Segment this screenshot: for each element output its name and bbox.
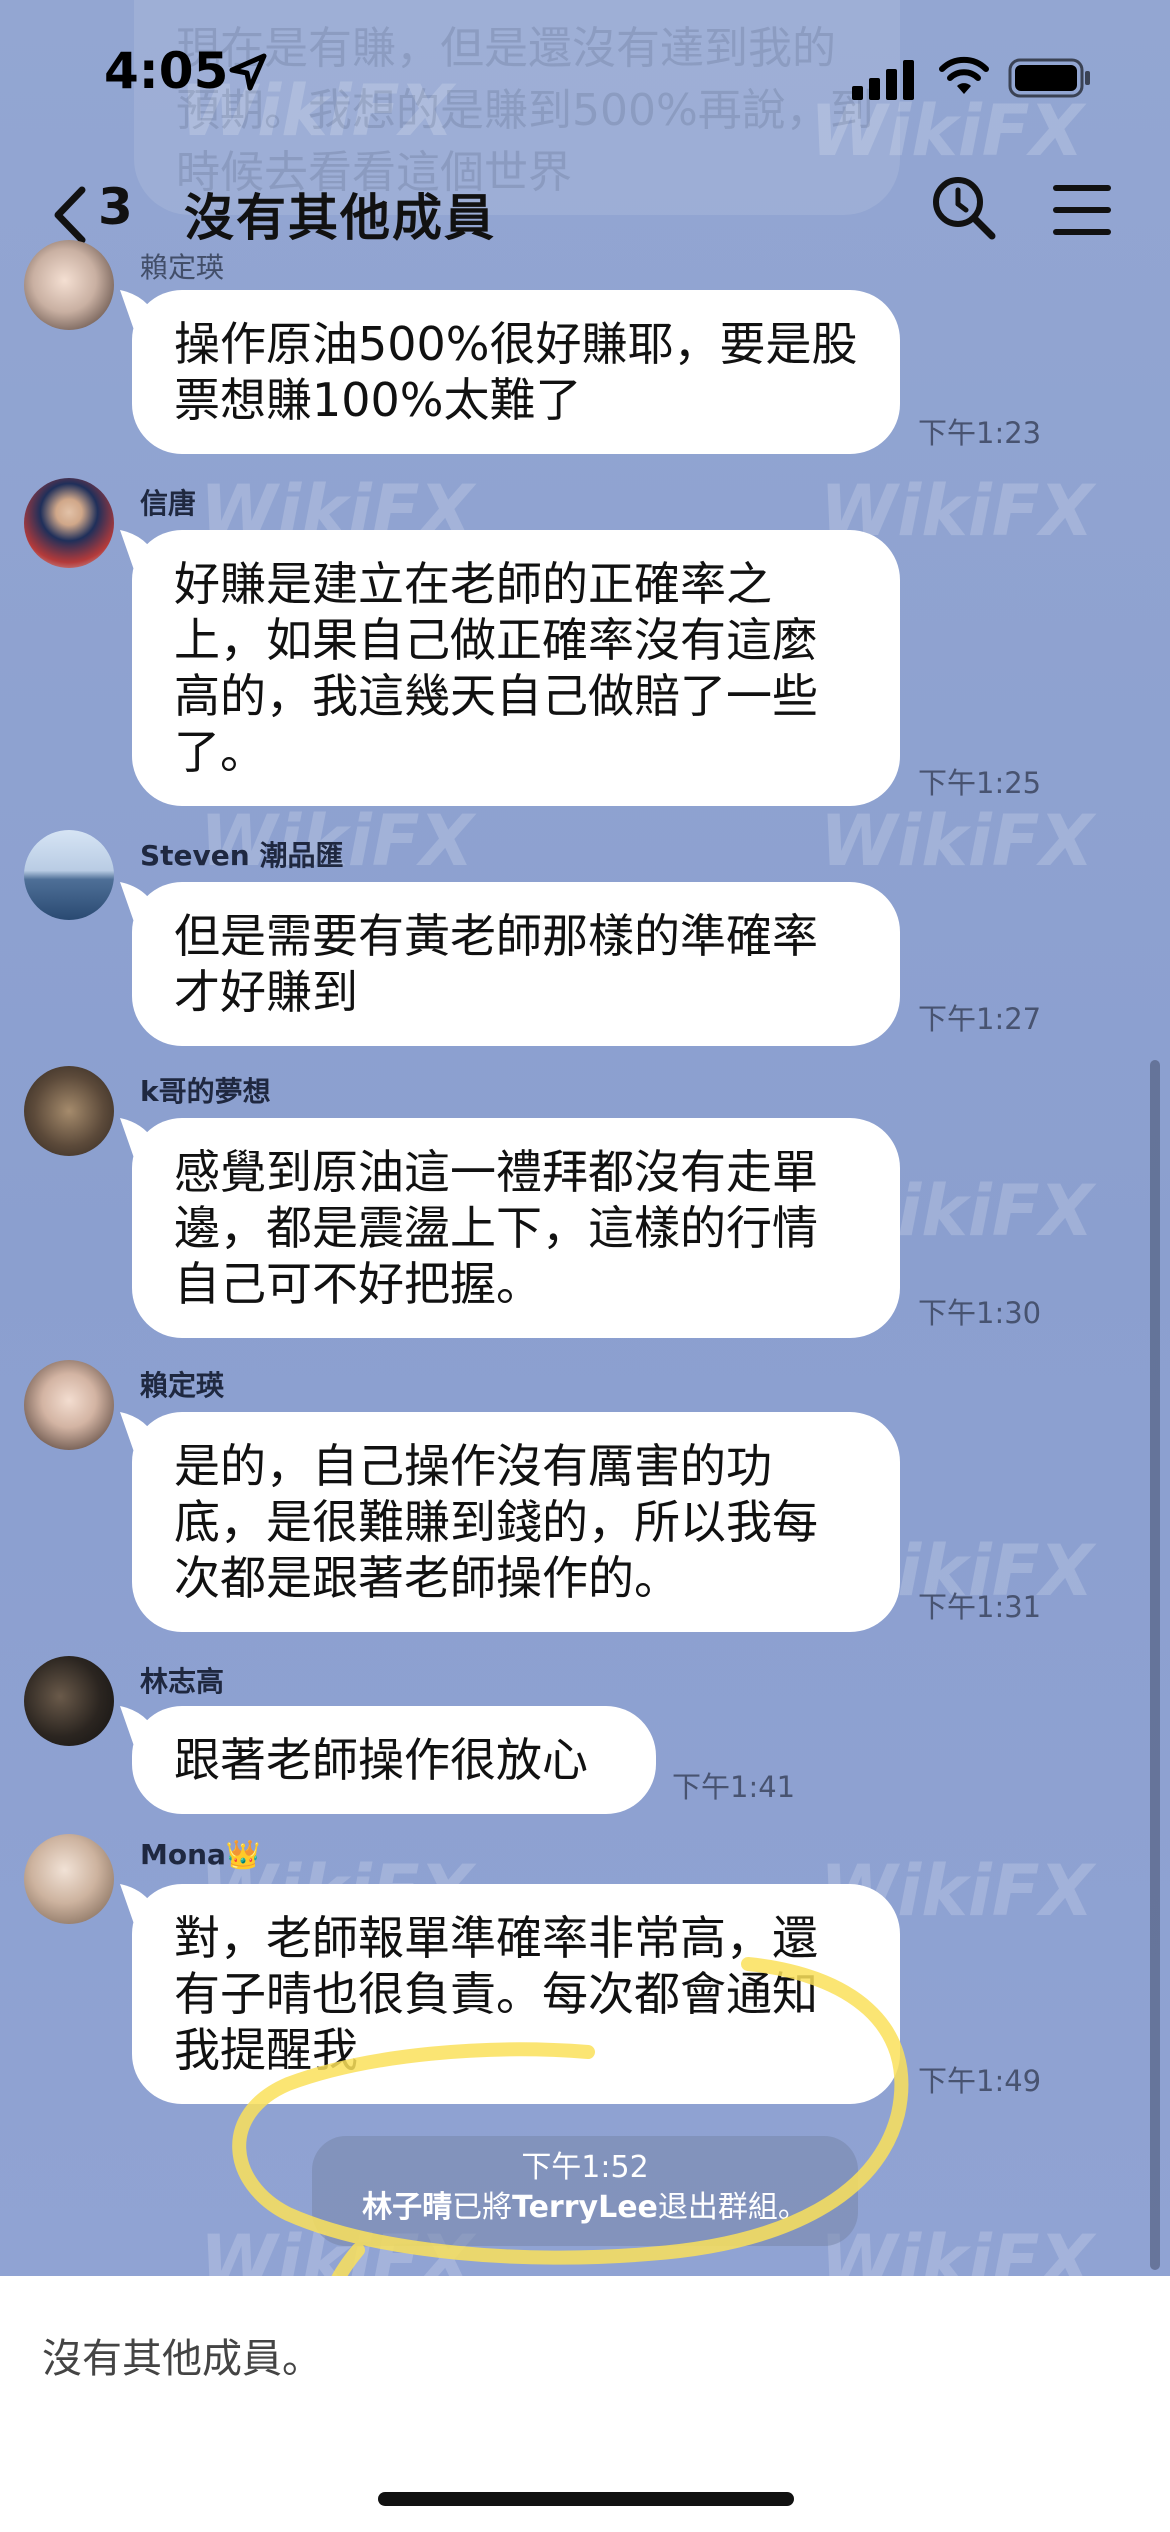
avatar[interactable] xyxy=(24,1066,114,1156)
system-notice: 下午1:52 林子晴已將TerryLee退出群組。 xyxy=(312,2136,858,2246)
message-timestamp: 下午1:25 xyxy=(918,766,1042,800)
message-timestamp: 下午1:27 xyxy=(918,1002,1042,1036)
wifi-icon xyxy=(939,56,989,94)
system-notice-verb: 已將 xyxy=(452,2190,513,2225)
sender-name: 林志高 xyxy=(140,1665,225,1698)
system-notice-actor: 林子晴 xyxy=(362,2190,453,2225)
sender-name: 賴定瑛 xyxy=(140,1369,225,1402)
avatar[interactable] xyxy=(24,1360,114,1450)
system-notice-text: 林子晴已將TerryLee退出群組。 xyxy=(312,2188,858,2228)
system-notice-time: 下午1:52 xyxy=(521,2150,649,2185)
sender-name: k哥的夢想 xyxy=(140,1075,271,1108)
search-icon[interactable] xyxy=(928,172,998,242)
avatar[interactable] xyxy=(24,830,114,920)
home-indicator[interactable] xyxy=(378,2492,794,2506)
system-notice-suffix: 退出群組。 xyxy=(657,2190,808,2225)
message-timestamp: 下午1:30 xyxy=(918,1296,1042,1330)
status-bar: 4:05 xyxy=(0,0,1170,150)
sender-name: Mona👑 xyxy=(140,1838,261,1871)
scrollbar[interactable] xyxy=(1150,1060,1160,2270)
message-bubble[interactable]: 跟著老師操作很放心 xyxy=(132,1706,656,1814)
status-time: 4:05 xyxy=(104,42,229,100)
location-arrow-icon xyxy=(229,53,267,91)
message-timestamp: 下午1:31 xyxy=(918,1590,1042,1624)
message-timestamp: 下午1:49 xyxy=(918,2064,1042,2098)
sender-name: 信唐 xyxy=(140,487,197,520)
message-bubble[interactable]: 是的，自己操作沒有厲害的功底，是很難賺到錢的，所以我每次都是跟著老師操作的。 xyxy=(132,1412,900,1632)
avatar[interactable] xyxy=(24,478,114,568)
message-timestamp: 下午1:23 xyxy=(918,416,1042,450)
message-bubble[interactable]: 操作原油500%很好賺耶，要是股票想賺100%太難了 xyxy=(132,290,900,454)
watermark: WikiFX xyxy=(820,800,1094,882)
unread-count[interactable]: 3 xyxy=(98,178,133,236)
chat-title: 沒有其他成員 xyxy=(184,189,496,247)
sender-name: Steven 潮品匯 xyxy=(140,839,344,872)
avatar[interactable] xyxy=(24,1834,114,1924)
menu-icon[interactable] xyxy=(1052,180,1112,240)
system-notice-target: TerryLee xyxy=(512,2190,658,2225)
avatar[interactable] xyxy=(24,240,114,330)
battery-icon xyxy=(1008,58,1090,98)
message-bubble[interactable]: 好賺是建立在老師的正確率之上，如果自己做正確率沒有這麼高的，我這幾天自己做賠了一… xyxy=(132,530,900,806)
message-bubble[interactable]: 感覺到原油這一禮拜都沒有走單邊，都是震盪上下，這樣的行情自己可不好把握。 xyxy=(132,1118,900,1338)
cellular-signal-icon xyxy=(852,60,914,100)
message-timestamp: 下午1:41 xyxy=(672,1770,796,1804)
message-bubble[interactable]: 但是需要有黃老師那樣的準確率才好賺到 xyxy=(132,882,900,1046)
message-bubble[interactable]: 對，老師報單準確率非常高，還有子晴也很負責。每次都會通知我提醒我 xyxy=(132,1884,900,2104)
sender-name: 賴定瑛 xyxy=(140,251,225,284)
avatar[interactable] xyxy=(24,1656,114,1746)
input-notice: 沒有其他成員。 xyxy=(42,2336,322,2382)
